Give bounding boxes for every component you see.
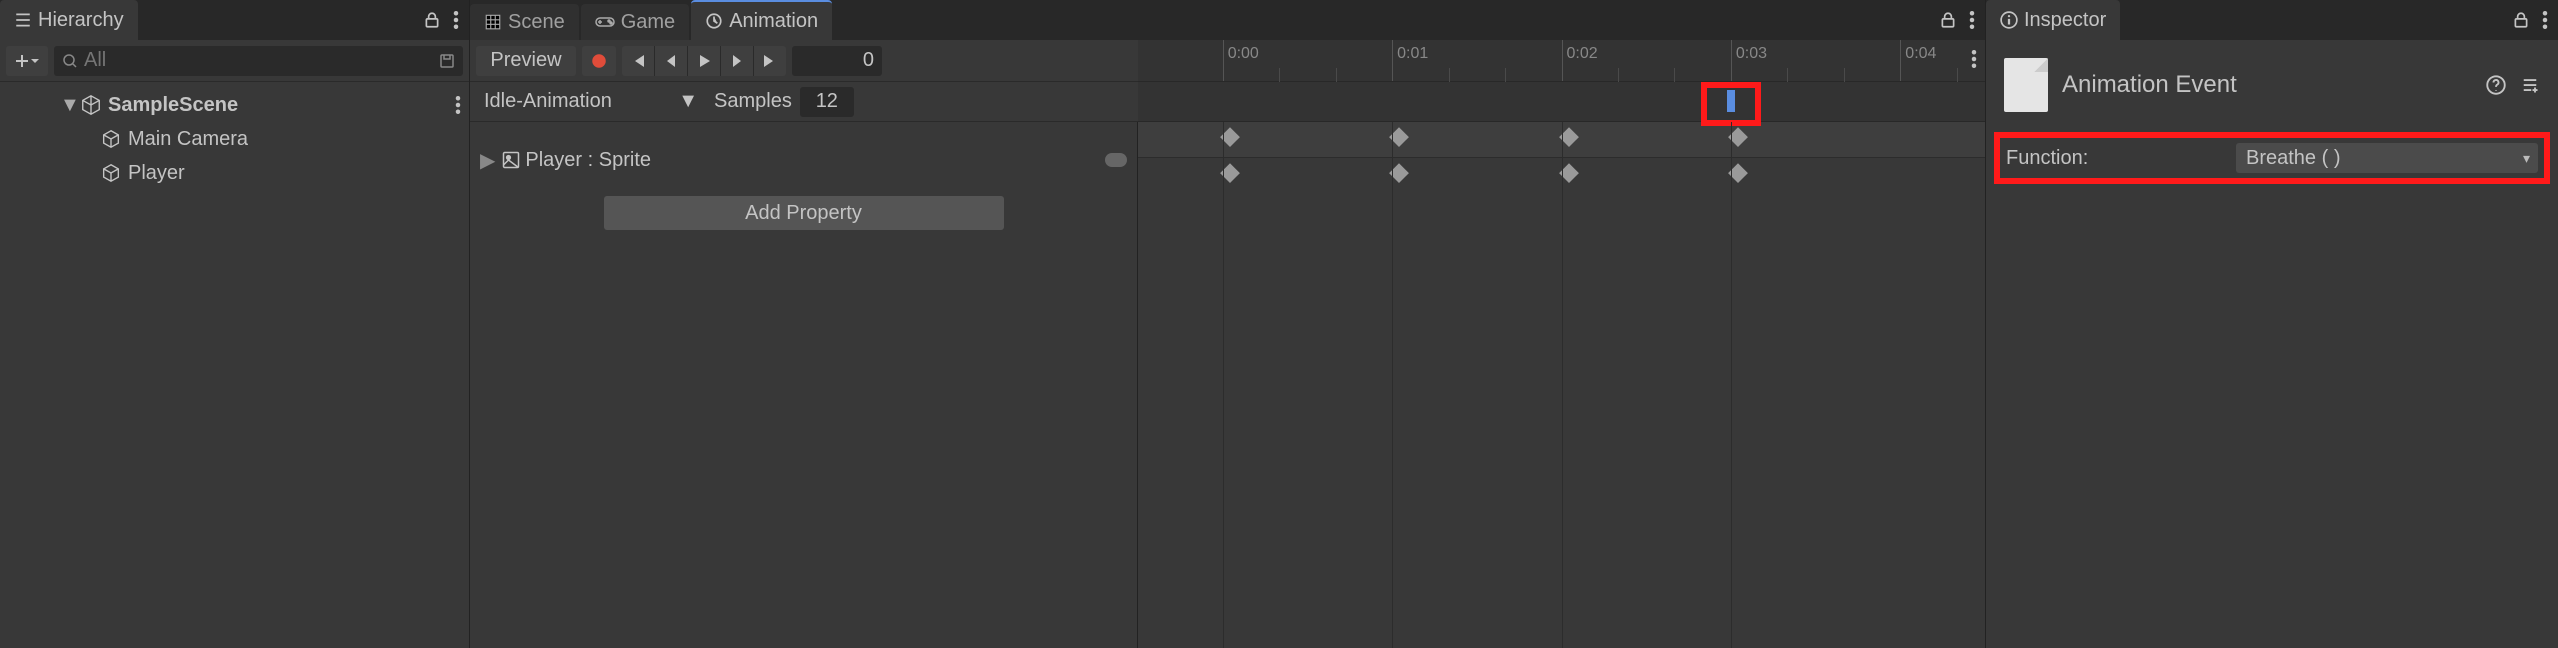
sprite-icon — [501, 150, 521, 170]
hierarchy-toolbar — [0, 40, 469, 82]
function-dropdown[interactable]: Breathe ( ) — [2236, 143, 2538, 173]
play-button[interactable] — [688, 46, 721, 76]
kebab-icon[interactable] — [453, 11, 459, 29]
clock-icon — [705, 12, 723, 30]
clip-name: Idle-Animation — [484, 90, 612, 113]
hierarchy-panel: Hierarchy ▼ SampleScene — [0, 0, 470, 648]
dopesheet[interactable]: 0:00 0:01 0:02 0:03 0:04 — [1138, 40, 1985, 648]
kebab-icon[interactable] — [2542, 11, 2548, 29]
last-frame-button[interactable] — [754, 46, 786, 76]
hierarchy-search[interactable] — [54, 46, 463, 76]
samples-input[interactable]: 12 — [800, 87, 854, 117]
property-row[interactable]: ▶ Player : Sprite — [470, 142, 1137, 178]
caret-down-icon: ▼ — [60, 94, 74, 117]
inspector-body: Animation Event Function: Breathe ( ) — [1986, 40, 2558, 192]
save-search-icon[interactable] — [439, 53, 455, 69]
inspector-header: Animation Event — [2000, 50, 2544, 134]
lock-icon[interactable] — [1939, 11, 1957, 29]
create-dropdown[interactable] — [6, 46, 48, 76]
add-property-button[interactable]: Add Property — [604, 196, 1004, 230]
highlight-function-row: Function: Breathe ( ) — [1994, 132, 2550, 184]
property-list: ▶ Player : Sprite Add Property — [470, 122, 1138, 648]
preview-button[interactable]: Preview — [476, 46, 576, 76]
record-icon — [590, 52, 608, 70]
inspector-tab-label: Inspector — [2024, 9, 2106, 32]
unity-logo-icon — [80, 94, 102, 116]
asset-icon — [2004, 58, 2048, 112]
inspector-panel: Inspector Animation Event Functi — [1986, 0, 2558, 648]
help-icon[interactable] — [2486, 75, 2506, 95]
ruler-tick: 0:03 — [1731, 40, 1767, 81]
tab-scene[interactable]: Scene — [470, 4, 579, 40]
clip-dropdown[interactable]: Idle-Animation ▼ — [476, 87, 706, 117]
hierarchy-tab[interactable]: Hierarchy — [0, 0, 138, 40]
kebab-icon[interactable] — [1971, 50, 1977, 68]
hierarchy-tab-bar: Hierarchy — [0, 0, 469, 40]
tab-label: Scene — [508, 11, 565, 34]
kebab-icon[interactable] — [1969, 11, 1975, 29]
lock-icon[interactable] — [423, 11, 441, 29]
property-label: Player : Sprite — [525, 149, 651, 172]
gameobject-row[interactable]: Main Camera — [0, 122, 469, 156]
info-icon — [2000, 11, 2018, 29]
function-value: Breathe ( ) — [2246, 147, 2340, 170]
ruler-tick: 0:04 — [1900, 40, 1936, 81]
chevron-down-icon: ▼ — [678, 90, 698, 113]
cube-icon — [100, 128, 122, 150]
inspector-tab-bar: Inspector — [1986, 0, 2558, 40]
inspector-tab[interactable]: Inspector — [1986, 0, 2120, 40]
tab-game[interactable]: Game — [581, 4, 689, 40]
list-icon — [14, 11, 32, 29]
scene-row[interactable]: ▼ SampleScene — [0, 88, 469, 122]
search-icon — [62, 53, 78, 69]
ruler-tick: 0:01 — [1392, 40, 1428, 81]
timeline-area: ▶ Player : Sprite Add Property 0:000:010… — [470, 122, 1985, 648]
cube-icon — [100, 162, 122, 184]
samples-label: Samples — [714, 90, 792, 113]
gamepad-icon — [595, 15, 615, 29]
first-frame-button[interactable] — [622, 46, 655, 76]
gameobject-label: Main Camera — [128, 128, 248, 151]
animation-panel: Scene Game Animation Preview — [470, 0, 1986, 648]
preset-icon[interactable] — [2520, 75, 2540, 95]
inspector-title: Animation Event — [2062, 71, 2237, 99]
center-tab-bar: Scene Game Animation — [470, 0, 1985, 40]
highlight-event-marker — [1701, 82, 1761, 126]
lock-icon[interactable] — [2512, 11, 2530, 29]
kebab-icon[interactable] — [455, 96, 461, 114]
caret-right-icon: ▶ — [480, 148, 495, 173]
hierarchy-search-input[interactable] — [84, 49, 433, 72]
frame-input[interactable] — [792, 46, 882, 76]
scene-label: SampleScene — [108, 94, 238, 117]
next-key-button[interactable] — [721, 46, 754, 76]
function-row: Function: Breathe ( ) — [2006, 140, 2538, 176]
timeline-ruler[interactable]: 0:00 0:01 0:02 0:03 0:04 — [1138, 40, 1985, 82]
gameobject-label: Player — [128, 162, 185, 185]
tab-animation[interactable]: Animation — [691, 0, 832, 40]
hierarchy-tab-label: Hierarchy — [38, 9, 124, 32]
tab-label: Animation — [729, 10, 818, 33]
property-value-pill[interactable] — [1105, 153, 1127, 167]
event-track[interactable] — [1138, 82, 1985, 122]
gameobject-row[interactable]: Player — [0, 156, 469, 190]
tab-label: Game — [621, 11, 675, 34]
ruler-tick: 0:02 — [1562, 40, 1598, 81]
function-label: Function: — [2006, 147, 2236, 170]
ruler-tick: 0:00 — [1223, 40, 1259, 81]
grid-icon — [484, 13, 502, 31]
hierarchy-tree: ▼ SampleScene Main Camera Player — [0, 82, 469, 196]
prev-key-button[interactable] — [655, 46, 688, 76]
record-button[interactable] — [582, 46, 616, 76]
